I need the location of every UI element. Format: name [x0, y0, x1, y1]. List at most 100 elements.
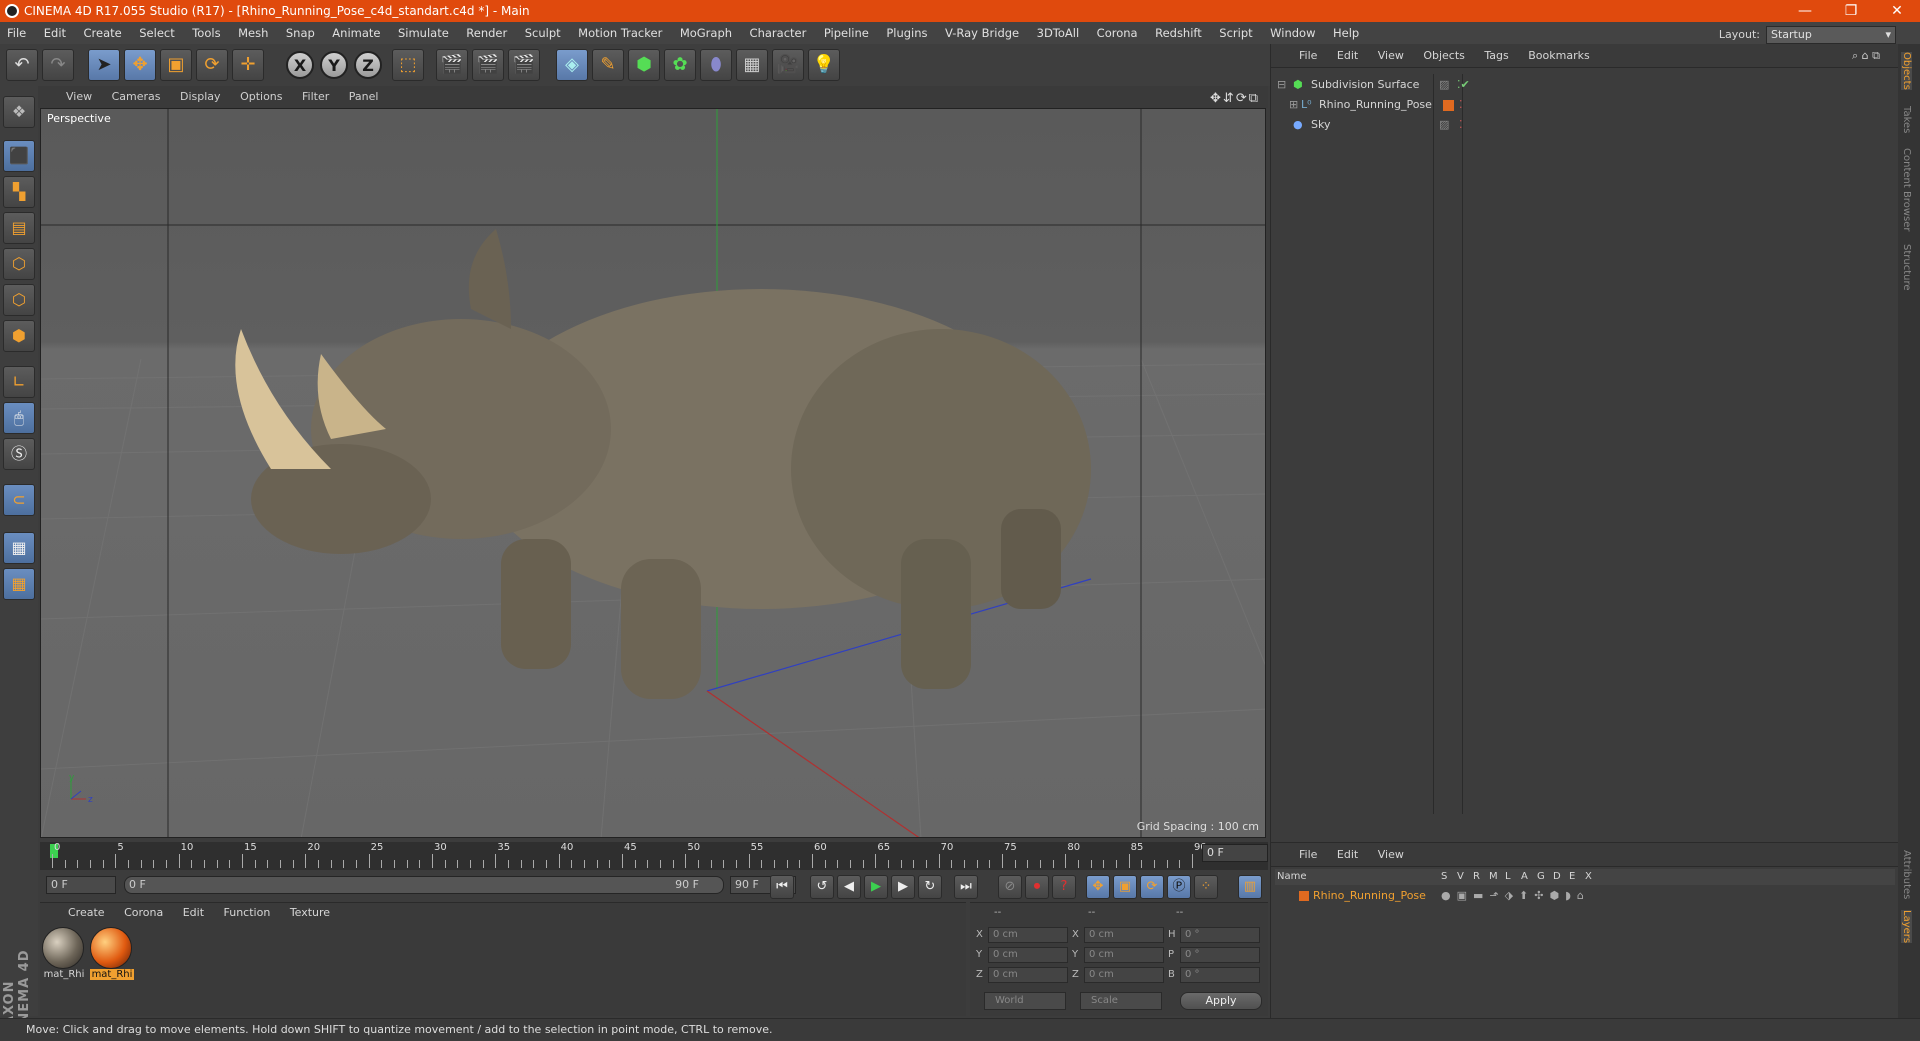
next-key-icon[interactable]: ↻	[918, 875, 942, 899]
tab-content-browser[interactable]: Content Browser	[1901, 148, 1912, 231]
floor-scene-icon[interactable]: ▦	[736, 49, 768, 81]
minimize-button[interactable]: —	[1782, 0, 1828, 22]
tab-attributes[interactable]: Attributes	[1901, 850, 1912, 899]
menu-simulate[interactable]: Simulate	[391, 22, 456, 44]
polygons-mode-icon[interactable]: ⬢	[3, 320, 35, 352]
layers-menu-edit[interactable]: Edit	[1329, 848, 1366, 861]
apply-button[interactable]: Apply	[1180, 992, 1262, 1010]
menu-mograph[interactable]: MoGraph	[673, 22, 739, 44]
workplane-mode-icon[interactable]: ▤	[3, 212, 35, 244]
menu-file[interactable]: File	[0, 22, 33, 44]
object-row-sky[interactable]: ● Sky ▨ ⁚	[1275, 116, 1891, 134]
viewport-navigation-icons[interactable]: ✥⇵⟳⧉	[1210, 88, 1260, 110]
move-tool-icon[interactable]: ✥	[124, 49, 156, 81]
magnet-icon[interactable]: ⊂	[3, 484, 35, 516]
key-parameter-icon[interactable]: Ⓟ	[1167, 875, 1191, 899]
viewport-menu-panel[interactable]: Panel	[341, 86, 387, 108]
expand-icon[interactable]: ⊞	[1289, 96, 1298, 114]
play-icon[interactable]: ▶	[864, 875, 888, 899]
menu-select[interactable]: Select	[132, 22, 181, 44]
previous-frame-icon[interactable]: ◀	[837, 875, 861, 899]
frame-range-slider[interactable]: 0 F 90 F	[124, 876, 724, 894]
edges-mode-icon[interactable]: ⬡	[3, 284, 35, 316]
deformer-icon[interactable]: ⬮	[700, 49, 732, 81]
position-x-field[interactable]: 0 cm	[988, 927, 1068, 943]
rotation-b-field[interactable]: 0 °	[1180, 967, 1260, 983]
make-editable-icon[interactable]: ❖	[3, 96, 35, 128]
planar-workplane-icon[interactable]: ▦	[3, 568, 35, 600]
visibility-dots-icon[interactable]: ⁚	[1459, 116, 1463, 134]
objects-menu-tags[interactable]: Tags	[1476, 49, 1516, 62]
live-selection-icon[interactable]: ➤	[88, 49, 120, 81]
objects-menu-objects[interactable]: Objects	[1415, 49, 1473, 62]
next-frame-icon[interactable]: ▶	[891, 875, 915, 899]
size-mode-dropdown[interactable]: Scale	[1080, 992, 1162, 1010]
tweak-mode-icon[interactable]: 🖱	[3, 402, 35, 434]
viewport-menu-view[interactable]: View	[58, 86, 100, 108]
menu-render[interactable]: Render	[459, 22, 514, 44]
object-row-rhino-running-pose[interactable]: ⊞ L⁰ Rhino_Running_Pose ⁚	[1275, 96, 1891, 114]
previous-key-icon[interactable]: ↺	[810, 875, 834, 899]
menu-redshift[interactable]: Redshift	[1148, 22, 1209, 44]
cube-primitive-icon[interactable]: ◈	[556, 49, 588, 81]
rotate-tool-icon[interactable]: ⟳	[196, 49, 228, 81]
render-picture-viewer-icon[interactable]: 🎬	[472, 49, 504, 81]
menu-window[interactable]: Window	[1263, 22, 1322, 44]
material-menu-edit[interactable]: Edit	[175, 906, 212, 919]
menu-create[interactable]: Create	[77, 22, 129, 44]
maximize-button[interactable]: ❐	[1828, 0, 1874, 22]
close-button[interactable]: ✕	[1874, 0, 1920, 22]
enabled-check-icon[interactable]: ⁚✔	[1457, 76, 1470, 94]
coordinate-system-icon[interactable]: ⬚	[392, 49, 424, 81]
expand-icon[interactable]: ⊟	[1277, 76, 1286, 94]
size-z-field[interactable]: 0 cm	[1084, 967, 1164, 983]
timeline-window-icon[interactable]: ▥	[1238, 875, 1262, 899]
axis-mode-icon[interactable]: ∟	[3, 366, 35, 398]
layer-row[interactable]: Rhino_Running_Pose ●▣▬⬏⬗⬆✣⬢◗⌂	[1275, 887, 1895, 905]
snapping-icon[interactable]: Ⓢ	[3, 438, 35, 470]
menu-plugins[interactable]: Plugins	[879, 22, 934, 44]
model-mode-icon[interactable]: ⬛	[3, 140, 35, 172]
menu-motion-tracker[interactable]: Motion Tracker	[571, 22, 669, 44]
layers-menu-view[interactable]: View	[1370, 848, 1412, 861]
material-menu-function[interactable]: Function	[216, 906, 279, 919]
menu-tools[interactable]: Tools	[185, 22, 227, 44]
search-icon[interactable]: ⌕ ⌂ ⧉	[1844, 44, 1888, 68]
viewport-menu-filter[interactable]: Filter	[294, 86, 337, 108]
menu-3dtoall[interactable]: 3DToAll	[1030, 22, 1087, 44]
objects-menu-bookmarks[interactable]: Bookmarks	[1520, 49, 1597, 62]
key-position-icon[interactable]: ✥	[1086, 875, 1110, 899]
material-menu-create[interactable]: Create	[60, 906, 113, 919]
subdivision-surface-icon[interactable]: ⬢	[628, 49, 660, 81]
viewport-menu-cameras[interactable]: Cameras	[104, 86, 169, 108]
viewport-menu-display[interactable]: Display	[172, 86, 229, 108]
menu-help[interactable]: Help	[1326, 22, 1366, 44]
menu-sculpt[interactable]: Sculpt	[518, 22, 568, 44]
points-mode-icon[interactable]: ⬡	[3, 248, 35, 280]
go-to-end-icon[interactable]: ⏭	[954, 875, 978, 899]
go-to-start-icon[interactable]: ⏮	[770, 875, 794, 899]
texture-mode-icon[interactable]: ▚	[3, 176, 35, 208]
layer-tag-icon[interactable]: ▨	[1439, 116, 1449, 134]
objects-menu-view[interactable]: View	[1370, 49, 1412, 62]
layout-dropdown[interactable]: Startup	[1766, 26, 1896, 44]
camera-icon[interactable]: 🎥	[772, 49, 804, 81]
tab-structure[interactable]: Structure	[1901, 244, 1912, 291]
menu-vray-bridge[interactable]: V-Ray Bridge	[938, 22, 1026, 44]
key-rotation-icon[interactable]: ⟳	[1140, 875, 1164, 899]
material-swatch-selected[interactable]: mat_Rhi	[90, 927, 134, 980]
y-axis-lock-button[interactable]: Y	[320, 51, 348, 79]
viewport-menu-options[interactable]: Options	[232, 86, 290, 108]
objects-menu-file[interactable]: File	[1291, 49, 1325, 62]
position-z-field[interactable]: 0 cm	[988, 967, 1068, 983]
start-frame-field[interactable]: 0 F	[46, 876, 116, 894]
key-pla-icon[interactable]: ⁘	[1194, 875, 1218, 899]
key-scale-icon[interactable]: ▣	[1113, 875, 1137, 899]
menu-animate[interactable]: Animate	[325, 22, 387, 44]
autokeying-icon[interactable]: ?	[1052, 875, 1076, 899]
light-icon[interactable]: 💡	[808, 49, 840, 81]
layer-color-swatch[interactable]	[1299, 891, 1309, 901]
size-x-field[interactable]: 0 cm	[1084, 927, 1164, 943]
menu-edit[interactable]: Edit	[37, 22, 73, 44]
layer-toggle-icons[interactable]: ●▣▬⬏⬗⬆✣⬢◗⌂	[1441, 887, 1590, 905]
